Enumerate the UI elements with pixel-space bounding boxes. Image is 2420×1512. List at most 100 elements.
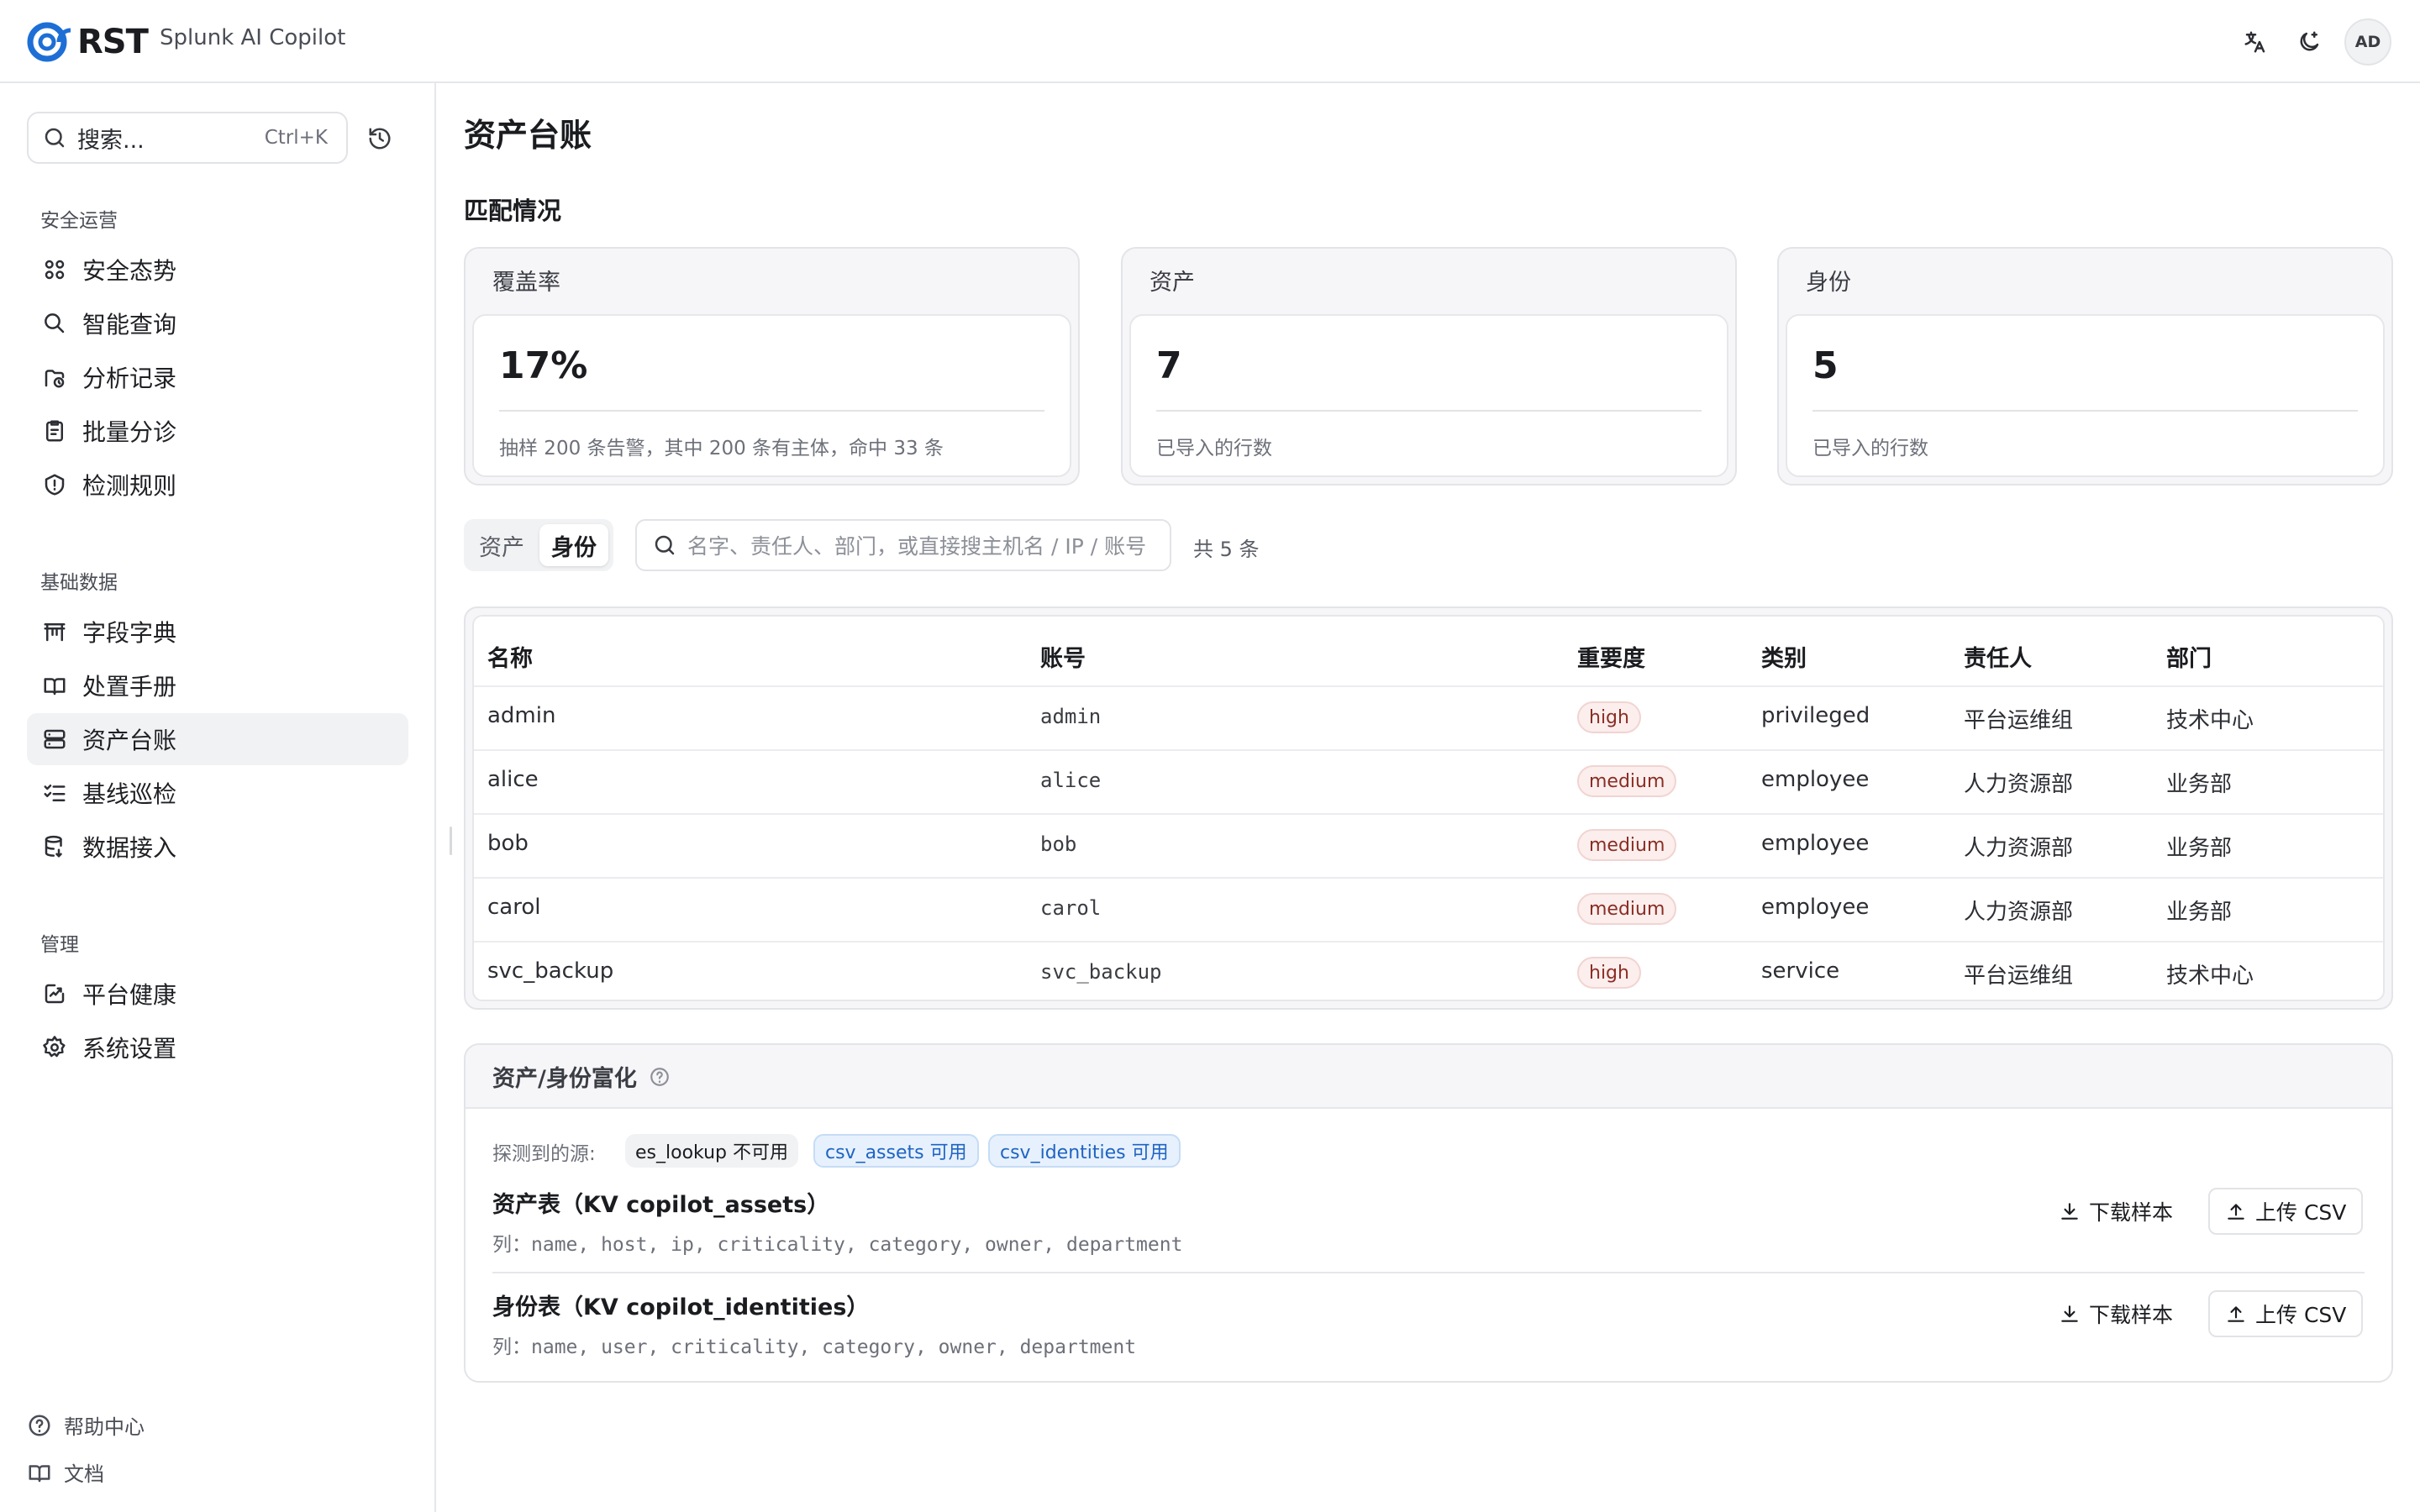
- cell-owner: 人力资源部: [1964, 836, 2074, 861]
- upload-csv-button[interactable]: 上传 CSV: [2208, 1290, 2364, 1337]
- page-title: 资产台账: [464, 117, 592, 154]
- card-divider: [499, 410, 1044, 412]
- sidebar-item-label: 系统设置: [82, 1035, 177, 1063]
- avatar[interactable]: AD: [2344, 18, 2391, 66]
- gear-icon: [40, 1033, 69, 1062]
- cell-name: bob: [487, 831, 529, 856]
- cell-category: employee: [1761, 767, 1870, 792]
- cell-account: svc_backup: [1040, 960, 1162, 984]
- upload-label: 上传 CSV: [2255, 1200, 2347, 1225]
- card-description: 已导入的行数: [1812, 438, 1928, 459]
- cell-category: service: [1761, 958, 1840, 984]
- docs-link[interactable]: 文档: [27, 1457, 104, 1487]
- sources-label: 探测到的源:: [492, 1143, 596, 1165]
- sidebar-item-security-posture[interactable]: 安全态势: [27, 244, 408, 296]
- row-divider: [474, 877, 2383, 879]
- identities-table-title: 身份表（KV copilot_identities）: [492, 1294, 870, 1320]
- cell-category: employee: [1761, 895, 1870, 920]
- assets-table-columns: 列：name, host, ip, criticality, category,…: [492, 1234, 1183, 1256]
- table-icon: [40, 617, 69, 646]
- header-divider: [474, 685, 2383, 687]
- column-header-department[interactable]: 部门: [2166, 640, 2212, 673]
- cell-category: privileged: [1761, 703, 1870, 728]
- sidebar-search-input[interactable]: 搜索... Ctrl+K: [27, 112, 348, 164]
- translate-icon[interactable]: [2238, 25, 2272, 59]
- column-header-criticality[interactable]: 重要度: [1577, 640, 1645, 673]
- sidebar-item-label: 处置手册: [82, 673, 177, 701]
- search-icon: [40, 309, 69, 338]
- sidebar-item-asset-ledger[interactable]: 资产台账: [27, 713, 408, 765]
- download-icon: [2061, 1203, 2078, 1220]
- sidebar-item-smart-query[interactable]: 智能查询: [27, 297, 408, 349]
- help-center-label: 帮助中心: [64, 1415, 145, 1439]
- column-header-category[interactable]: 类别: [1761, 640, 1807, 673]
- column-header-owner[interactable]: 责任人: [1964, 640, 2032, 673]
- column-header-name[interactable]: 名称: [487, 640, 533, 673]
- assets-card: 资产 7 已导入的行数: [1121, 247, 1737, 486]
- sidebar-item-analysis-records[interactable]: 分析记录: [27, 351, 408, 403]
- search-shortcut: Ctrl+K: [264, 127, 328, 149]
- sidebar-item-label: 批量分诊: [82, 418, 177, 446]
- sidebar-item-field-dictionary[interactable]: 字段字典: [27, 606, 408, 658]
- sidebar-item-detection-rules[interactable]: 检测规则: [27, 459, 408, 511]
- sidebar-item-label: 平台健康: [82, 981, 177, 1009]
- upload-csv-button[interactable]: 上传 CSV: [2208, 1188, 2364, 1235]
- top-header: RST Splunk AI Copilot AD: [0, 0, 2420, 83]
- card-description: 已导入的行数: [1156, 438, 1272, 459]
- cell-account: carol: [1040, 896, 1102, 920]
- match-section-title: 匹配情况: [464, 197, 562, 225]
- source-chip-es-lookup: es_lookup 不可用: [625, 1134, 798, 1168]
- asset-identity-tabs: 资产 身份: [464, 519, 613, 571]
- column-header-account[interactable]: 账号: [1040, 640, 1086, 673]
- upload-label: 上传 CSV: [2255, 1303, 2347, 1327]
- row-divider: [474, 749, 2383, 751]
- enrichment-panel: 资产/身份富化 探测到的源: es_lookup 不可用 csv_assets …: [464, 1043, 2393, 1383]
- theme-toggle-icon[interactable]: [2292, 25, 2326, 59]
- identity-table-container: 名称 账号 重要度 类别 责任人 部门 admin admin high pri…: [464, 606, 2393, 1010]
- history-folder-icon: [40, 363, 69, 391]
- history-icon[interactable]: [365, 123, 395, 154]
- sidebar-item-label: 资产台账: [82, 727, 177, 754]
- help-icon[interactable]: [649, 1066, 671, 1088]
- database-icon: [40, 832, 69, 861]
- help-center-link[interactable]: 帮助中心: [27, 1410, 145, 1440]
- download-sample-button[interactable]: 下载样本: [2054, 1188, 2178, 1235]
- criticality-badge: high: [1577, 701, 1641, 733]
- criticality-badge: medium: [1577, 765, 1677, 797]
- criticality-badge: medium: [1577, 893, 1677, 925]
- book-icon: [40, 671, 69, 700]
- sidebar-item-playbook[interactable]: 处置手册: [27, 659, 408, 711]
- card-value: 17%: [499, 344, 588, 387]
- section-title-admin: 管理: [40, 934, 79, 956]
- tab-assets[interactable]: 资产: [469, 524, 534, 566]
- book-open-icon: [29, 1464, 50, 1482]
- table-search-input[interactable]: 名字、责任人、部门，或直接搜主机名 / IP / 账号: [635, 519, 1171, 571]
- upload-icon: [2228, 1204, 2244, 1220]
- download-sample-button[interactable]: 下载样本: [2054, 1290, 2178, 1337]
- card-divider: [1156, 410, 1702, 412]
- sidebar-item-data-ingest[interactable]: 数据接入: [27, 821, 408, 873]
- cell-department: 技术中心: [2166, 963, 2254, 989]
- card-body: 7 已导入的行数: [1129, 314, 1728, 477]
- activity-icon: [40, 979, 69, 1008]
- sidebar-item-system-settings[interactable]: 系统设置: [27, 1021, 408, 1074]
- sidebar-item-label: 智能查询: [82, 311, 177, 339]
- source-chip-csv-identities: csv_identities 可用: [988, 1134, 1181, 1168]
- sidebar-item-baseline-check[interactable]: 基线巡检: [27, 767, 408, 819]
- section-title-security-ops: 安全运营: [40, 210, 118, 232]
- sidebar-item-batch-triage[interactable]: 批量分诊: [27, 405, 408, 457]
- checklist-icon: [40, 779, 69, 807]
- result-count: 共 5 条: [1193, 538, 1260, 561]
- help-icon: [29, 1415, 50, 1436]
- sidebar-resize-handle[interactable]: [450, 827, 452, 855]
- row-divider: [474, 941, 2383, 942]
- logo[interactable]: RST: [22, 20, 149, 64]
- sidebar-item-label: 安全态势: [82, 257, 177, 285]
- cell-account: admin: [1040, 705, 1102, 728]
- cell-owner: 人力资源部: [1964, 900, 2074, 925]
- sidebar-item-platform-health[interactable]: 平台健康: [27, 968, 408, 1020]
- card-value: 5: [1812, 344, 1839, 387]
- download-label: 下载样本: [2089, 1200, 2174, 1225]
- tab-identities[interactable]: 身份: [539, 524, 608, 566]
- enrichment-title-text: 资产/身份富化: [492, 1066, 637, 1092]
